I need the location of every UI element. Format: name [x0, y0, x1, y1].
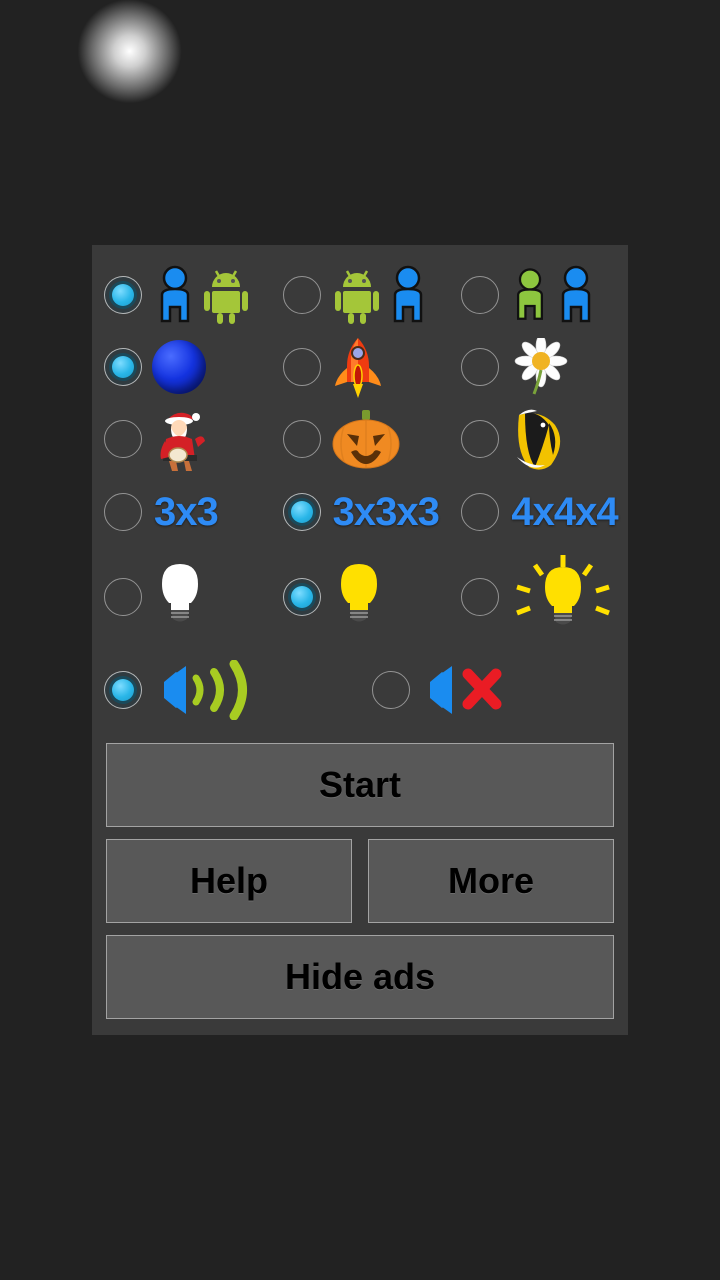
radio-sound-off[interactable] — [372, 671, 410, 709]
option-row-difficulty — [92, 549, 628, 645]
radio-board-4x4x4[interactable] — [461, 493, 500, 531]
radio-pumpkin[interactable] — [282, 420, 321, 458]
option-rocket[interactable] — [271, 331, 450, 403]
lightbulb-on-yellow-icon — [340, 564, 377, 625]
option-android-vs-human[interactable] — [271, 259, 450, 331]
option-board-3x3x3[interactable]: 3x3x3 — [271, 475, 450, 549]
icon-group-fish — [509, 407, 571, 471]
person-green-icon — [517, 268, 544, 320]
radio-difficulty-hard[interactable] — [461, 578, 500, 616]
label-board-4x4x4: 4x4x4 — [511, 489, 618, 534]
radio-difficulty-medium[interactable] — [282, 578, 321, 616]
option-row-piece-theme — [92, 331, 628, 403]
speaker-muted-x-icon — [430, 666, 502, 714]
icon-group-android-vs-human — [331, 265, 431, 325]
speaker-with-waves-icon — [164, 660, 247, 720]
icon-group-rocket — [331, 336, 385, 398]
android-green-icon — [334, 270, 379, 324]
button-container: Start Help More Hide ads — [92, 735, 628, 1033]
hide-ads-button[interactable]: Hide ads — [106, 935, 614, 1019]
icon-group-bulb-bright — [509, 553, 617, 641]
start-button[interactable]: Start — [106, 743, 614, 827]
option-sound-off[interactable] — [360, 645, 628, 735]
radio-board-3x3x3[interactable] — [282, 493, 321, 531]
icon-group-human-vs-human — [509, 265, 599, 325]
radio-android-vs-human[interactable] — [282, 276, 321, 314]
icon-group-pumpkin — [331, 408, 401, 470]
blue-ball-icon — [152, 340, 206, 394]
jack-o-lantern-icon — [332, 410, 400, 469]
option-row-sound — [92, 645, 628, 735]
radio-difficulty-easy[interactable] — [104, 578, 142, 616]
option-pumpkin[interactable] — [271, 403, 450, 475]
radio-santa[interactable] — [104, 420, 142, 458]
icon-group-ball — [152, 340, 206, 394]
person-blue-icon — [393, 265, 422, 323]
radio-human-vs-human[interactable] — [461, 276, 500, 314]
radio-human-vs-android[interactable] — [104, 276, 142, 314]
help-button[interactable]: Help — [106, 839, 352, 923]
radio-sound-on[interactable] — [104, 671, 142, 709]
option-human-vs-human[interactable] — [449, 259, 628, 331]
option-difficulty-easy[interactable] — [92, 549, 271, 645]
option-difficulty-medium[interactable] — [271, 549, 450, 645]
option-ball[interactable] — [92, 331, 271, 403]
radio-fish[interactable] — [461, 420, 500, 458]
option-difficulty-hard[interactable] — [449, 549, 628, 645]
lightbulb-off-white-icon — [162, 564, 198, 625]
icon-group-bulb-on — [331, 560, 387, 634]
android-green-icon — [204, 270, 248, 324]
radio-rocket[interactable] — [282, 348, 321, 386]
option-santa[interactable] — [92, 403, 271, 475]
icon-group-bulb-off — [152, 560, 208, 634]
icon-group-human-vs-android — [152, 265, 252, 325]
icon-group-flower — [509, 338, 573, 396]
icon-group-sound-off — [420, 660, 516, 720]
more-button[interactable]: More — [368, 839, 614, 923]
daisy-flower-icon — [515, 338, 568, 395]
icon-group-santa — [152, 407, 208, 471]
settings-panel: 3x3 3x3x3 4x4x4 Start Help More Hide ads — [92, 245, 628, 1035]
santa-claus-icon — [160, 412, 205, 471]
icon-group-sound-on — [152, 660, 270, 720]
option-row-board-size: 3x3 3x3x3 4x4x4 — [92, 475, 628, 549]
option-flower[interactable] — [449, 331, 628, 403]
label-board-3x3: 3x3 — [154, 489, 219, 534]
option-row-players — [92, 259, 628, 331]
option-row-seasonal-theme — [92, 403, 628, 475]
lightbulb-bright-rays-icon — [516, 555, 611, 628]
option-board-4x4x4[interactable]: 4x4x4 — [449, 475, 628, 549]
rocket-icon — [334, 338, 381, 398]
label-board-3x3x3: 3x3x3 — [332, 489, 440, 534]
radio-board-3x3[interactable] — [104, 493, 142, 531]
option-human-vs-android[interactable] — [92, 259, 271, 331]
radio-flower[interactable] — [461, 348, 500, 386]
option-board-3x3[interactable]: 3x3 — [92, 475, 271, 549]
person-blue-icon — [160, 265, 190, 323]
tropical-fish-icon — [517, 409, 561, 470]
option-fish[interactable] — [449, 403, 628, 475]
options-container: 3x3 3x3x3 4x4x4 — [92, 245, 628, 735]
person-blue-icon — [562, 265, 591, 323]
secondary-button-row: Help More — [106, 839, 614, 923]
radio-ball[interactable] — [104, 348, 142, 386]
option-sound-on[interactable] — [92, 645, 360, 735]
